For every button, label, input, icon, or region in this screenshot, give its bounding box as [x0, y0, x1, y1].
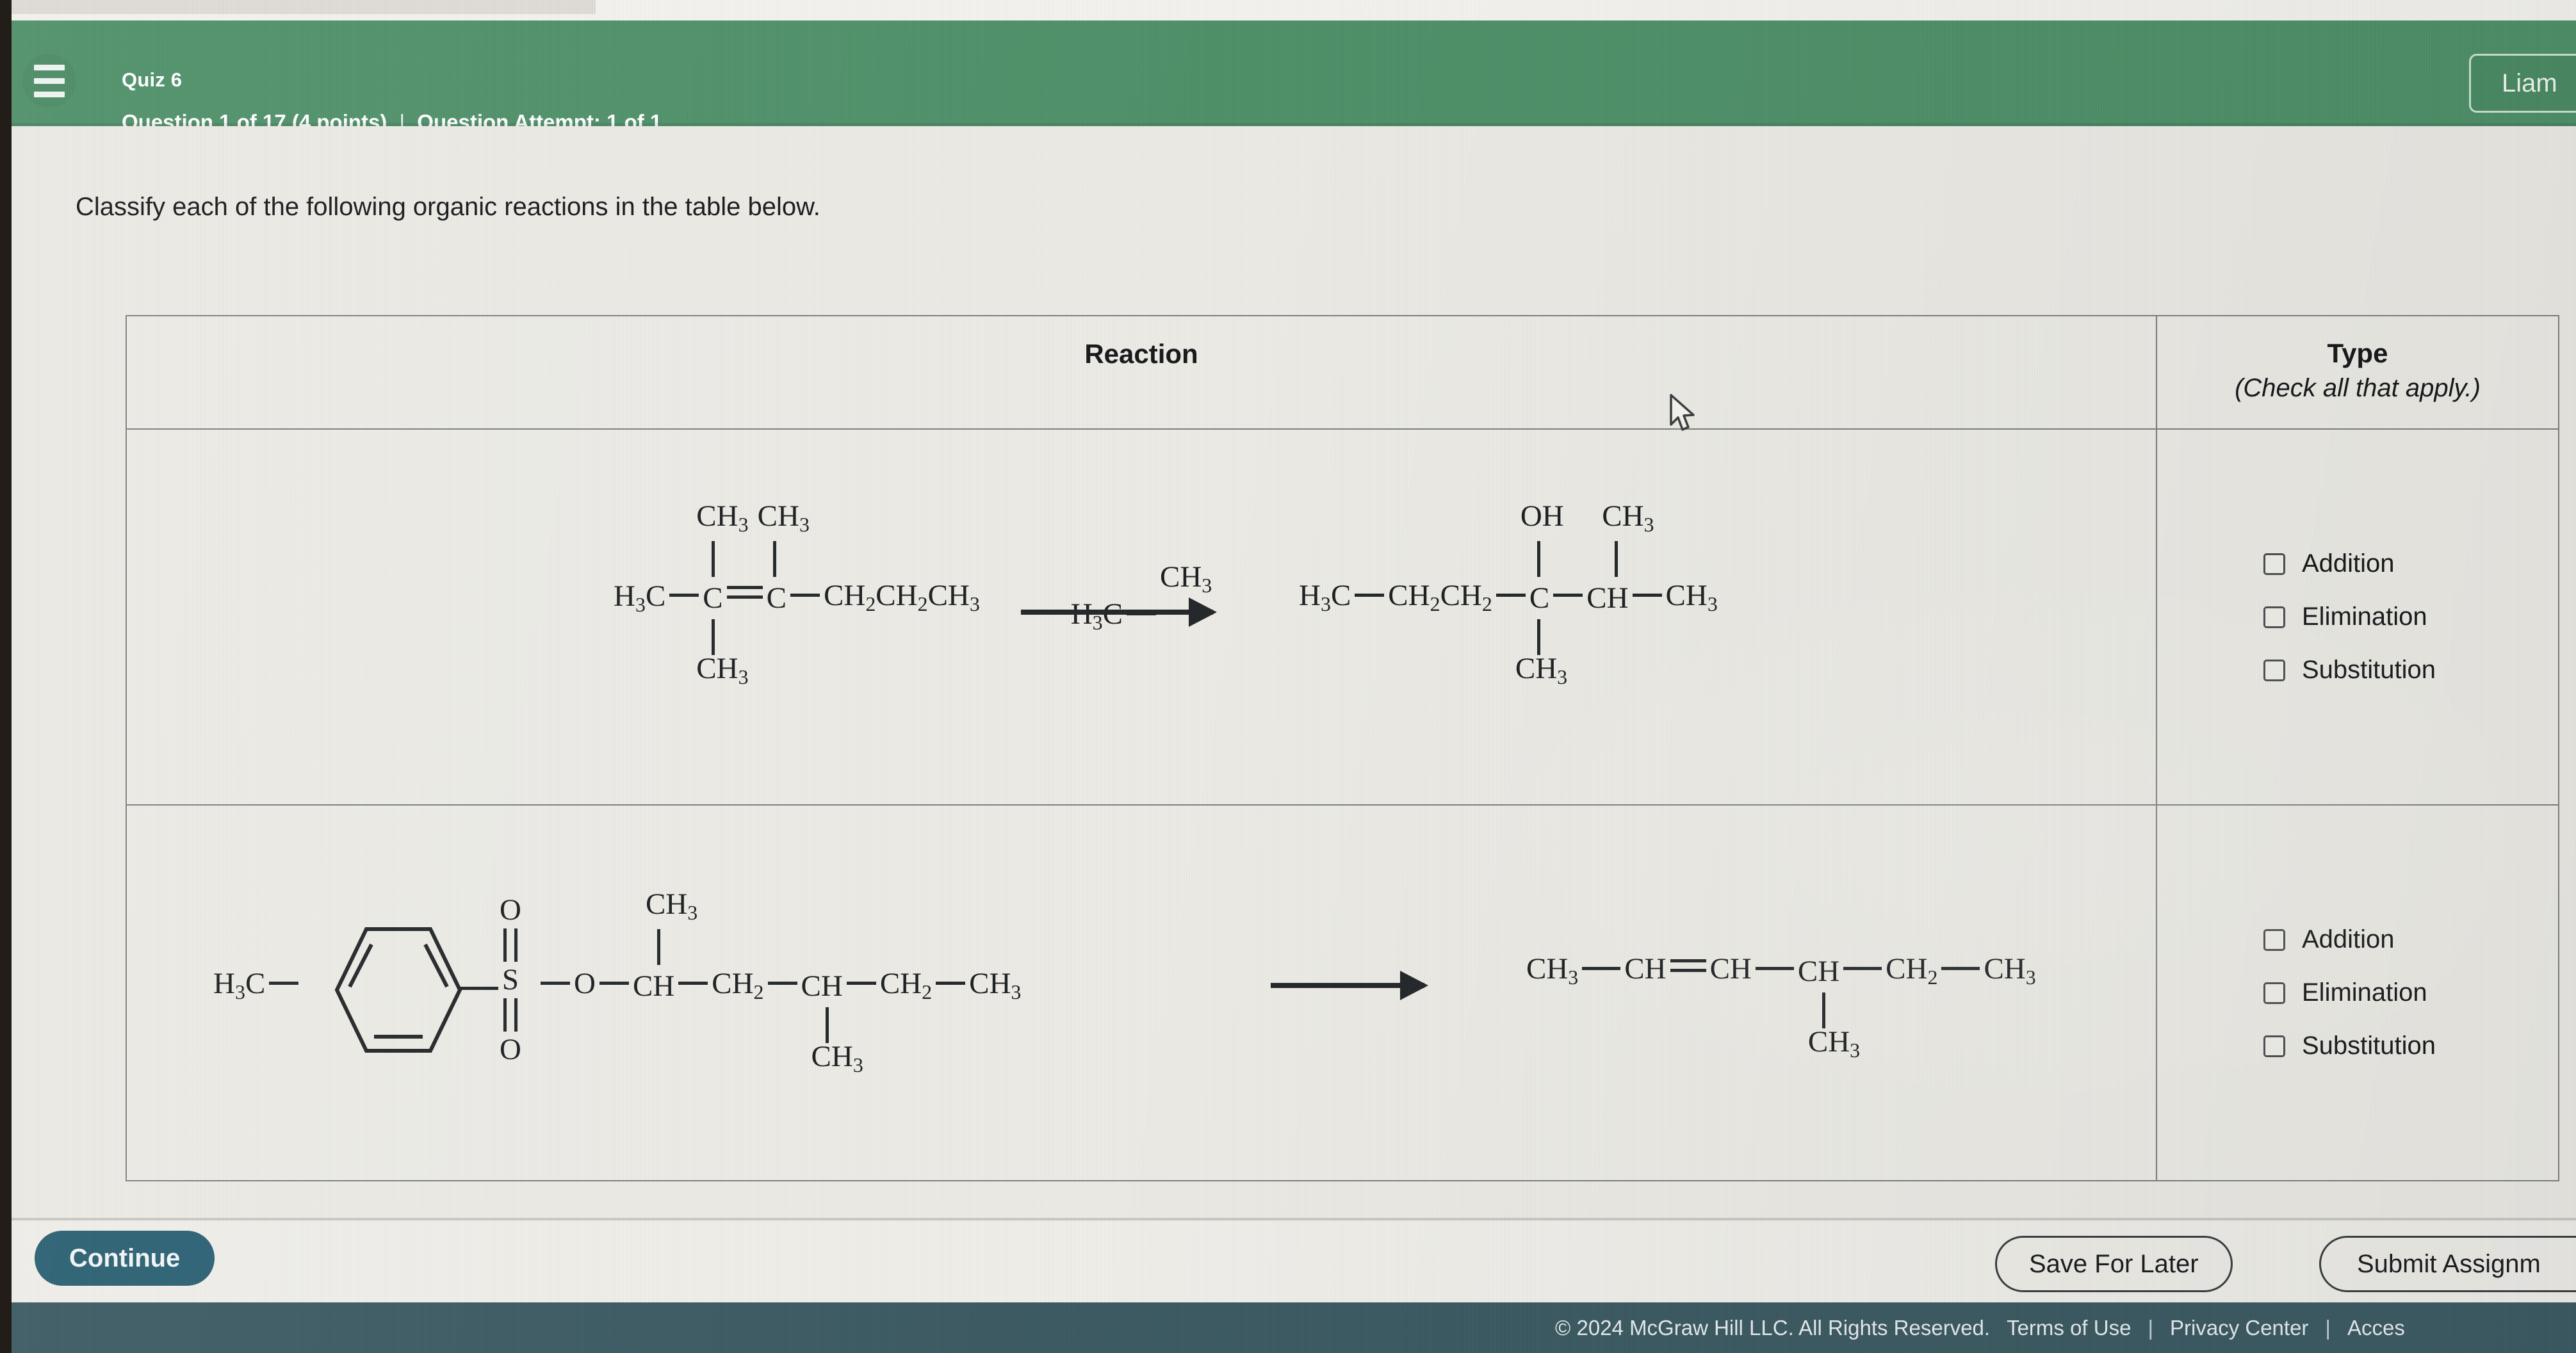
checkbox-label: Addition	[2302, 549, 2395, 578]
checkbox-label: Substitution	[2302, 656, 2436, 684]
reaction-1-product-structure: H3C CH2CH2 OH C CH3 CH3 CH CH3	[1299, 499, 1718, 688]
checkbox-label: Elimination	[2302, 603, 2427, 631]
sulfur-atom: S	[501, 963, 519, 996]
accessibility-link[interactable]: Acces	[2347, 1316, 2405, 1340]
mouse-cursor-icon	[1668, 394, 1698, 438]
table-row: H3C CH3 CH3 H3C	[127, 430, 2558, 806]
checkbox-option-substitution-2[interactable]: Substitution	[2263, 1032, 2558, 1060]
submit-assignment-button[interactable]: Submit Assignm	[2319, 1236, 2576, 1292]
reaction-1-arrow-icon	[991, 597, 1243, 627]
user-menu-label: Liam	[2502, 69, 2557, 97]
save-for-later-button[interactable]: Save For Later	[1995, 1236, 2233, 1292]
checkbox-icon[interactable]	[2263, 606, 2285, 628]
terms-of-use-link[interactable]: Terms of Use	[2007, 1316, 2131, 1340]
checkbox-label: Addition	[2302, 925, 2395, 953]
footer-separator: |	[2148, 1315, 2154, 1340]
checkbox-option-elimination-2[interactable]: Elimination	[2263, 978, 2558, 1007]
reaction-2-reactant-chain: O CH3 CH CH2 CH3 CH CH2 CH3	[537, 889, 1021, 1075]
checkbox-label: Substitution	[2302, 1032, 2436, 1060]
double-bond-icon	[503, 928, 518, 962]
reaction-cell-1: H3C CH3 CH3 H3C	[127, 430, 2157, 804]
reaction-1-reactant-structure: H3C CH3 C CH3 CH3 C CH2CH2CH3	[614, 499, 980, 688]
checkbox-label: Elimination	[2302, 978, 2427, 1007]
screen-top-strip-shadow	[0, 0, 596, 14]
content-area: Classify each of the following organic r…	[0, 126, 2576, 1218]
checkbox-icon[interactable]	[2263, 1035, 2285, 1057]
reaction-2-aryl-methyl: H3C	[213, 969, 302, 1003]
hamburger-bar	[34, 77, 65, 84]
column-header-type: Type (Check all that apply.)	[2157, 316, 2558, 428]
bond-ring-to-sulfur	[460, 987, 498, 990]
reaction-2-arrow-icon	[1241, 970, 1454, 1000]
table-header-row: Reaction Type (Check all that apply.)	[127, 316, 2558, 430]
quiz-title: Quiz 6	[122, 69, 183, 91]
benzene-ring-icon	[334, 923, 462, 1057]
submit-assignment-label: Submit Assignm	[2357, 1249, 2541, 1278]
checkbox-option-addition-1[interactable]: Addition	[2263, 549, 2558, 578]
action-bar: Continue Save For Later Submit Assignm	[12, 1218, 2576, 1302]
hamburger-bar	[34, 64, 65, 70]
type-cell-1: Addition Elimination Substitution	[2157, 430, 2558, 804]
reaction-cell-2: H3C O S O O CH3 CH CH2 CH3 CH CH2 CH3 CH…	[127, 806, 2157, 1180]
sulfonyl-oxygen-bottom: O	[500, 1033, 521, 1066]
photo-left-edge	[0, 0, 12, 1353]
copyright-text: © 2024 McGraw Hill LLC. All Rights Reser…	[1555, 1315, 1991, 1340]
continue-button[interactable]: Continue	[35, 1231, 215, 1286]
quiz-screen: Quiz 6 Question 1 of 17 (4 points) | Que…	[0, 0, 2576, 1353]
privacy-center-link[interactable]: Privacy Center	[2170, 1316, 2308, 1340]
checkbox-icon[interactable]	[2263, 928, 2285, 951]
footer: © 2024 McGraw Hill LLC. All Rights Reser…	[12, 1302, 2576, 1353]
sulfonyl-oxygen-top: O	[500, 893, 521, 927]
checkbox-option-substitution-1[interactable]: Substitution	[2263, 656, 2558, 685]
type-column-sublabel: (Check all that apply.)	[2235, 374, 2481, 402]
type-cell-2: Addition Elimination Substitution	[2157, 806, 2558, 1180]
save-for-later-label: Save For Later	[2029, 1249, 2199, 1278]
type-column-label: Type	[2327, 338, 2388, 368]
footer-separator: |	[2325, 1315, 2331, 1340]
checkbox-icon[interactable]	[2263, 659, 2285, 681]
continue-button-label: Continue	[69, 1244, 181, 1272]
user-menu-button[interactable]: Liam	[2469, 54, 2576, 113]
reaction-table: Reaction Type (Check all that apply.) 3 …	[126, 315, 2559, 1181]
checkbox-icon[interactable]	[2263, 982, 2285, 1004]
sulfonyl-group: O S O	[500, 895, 521, 1065]
reaction-column-label: Reaction	[1084, 339, 1198, 369]
hamburger-icon[interactable]	[22, 54, 76, 108]
question-prompt: Classify each of the following organic r…	[76, 193, 820, 221]
app-header: Quiz 6 Question 1 of 17 (4 points) | Que…	[0, 20, 2576, 134]
checkbox-option-addition-2[interactable]: Addition	[2263, 925, 2558, 954]
checkbox-option-elimination-1[interactable]: Elimination	[2263, 603, 2558, 631]
reaction-2-product-structure: CH3 CH CH CH3 CH CH2 CH3	[1526, 952, 2036, 1062]
table-row: H3C O S O O CH3 CH CH2 CH3 CH CH2 CH3 CH…	[127, 806, 2558, 1181]
hamburger-bar	[34, 91, 65, 97]
checkbox-icon[interactable]	[2263, 553, 2285, 575]
column-header-reaction: Reaction	[127, 316, 2157, 428]
double-bond-icon	[503, 998, 518, 1032]
